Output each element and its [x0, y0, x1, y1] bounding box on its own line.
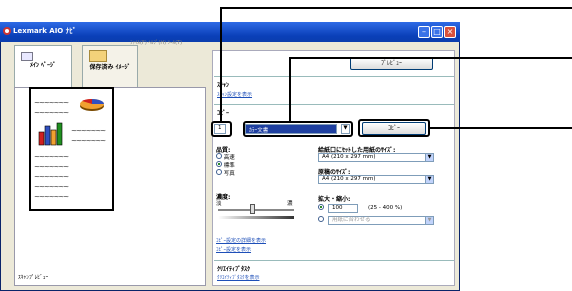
callout-line	[289, 57, 572, 59]
scan-section: ｽｷｬﾝ ｽｷｬﾝ設定を表示	[214, 76, 454, 102]
density-gradient	[218, 216, 294, 219]
original-size-value: A4 (210 x 297 mm)	[322, 176, 376, 182]
minimize-icon[interactable]: –	[418, 26, 430, 38]
folder-icon	[89, 50, 107, 62]
density-slider-handle[interactable]	[250, 204, 255, 214]
text-line: ~~~~~~~	[34, 109, 69, 117]
quality-option-photo[interactable]: 写真	[216, 169, 235, 177]
callout-line	[220, 7, 222, 122]
density-dark-label: 濃	[287, 201, 293, 207]
copy-heading: ｺﾋﾟｰ	[217, 110, 230, 117]
creative-heading: ｸﾘｴｲﾃｨﾌﾞﾀｽｸ	[217, 266, 251, 273]
dropdown-arrow-icon[interactable]: ▼	[425, 176, 433, 183]
copy-button-highlight	[358, 119, 430, 137]
quality-option-fast[interactable]: 高速	[216, 153, 235, 161]
text-line: ~~~~~~~	[34, 193, 69, 201]
callout-line	[429, 127, 572, 129]
text-line: ~~~~~~~	[34, 153, 69, 161]
zoom-fit-option[interactable]	[318, 216, 324, 224]
zoom-label: 拡大・縮小:	[318, 196, 351, 203]
preview-caption: ｽｷｬﾝﾌﾟﾚﾋﾞｭｰ	[18, 275, 49, 281]
tab-main-page[interactable]: ﾒｲﾝ ﾍﾟｰｼﾞ	[14, 45, 72, 87]
fit-page-value: 用紙に合わせる	[332, 217, 371, 223]
text-line: ~~~~~~~	[71, 127, 106, 135]
quality-option-normal[interactable]: 標準	[216, 161, 235, 169]
page-icon	[21, 52, 33, 61]
callout-line	[220, 7, 572, 9]
density-slider-track[interactable]	[218, 209, 294, 211]
scan-heading: ｽｷｬﾝ	[217, 82, 230, 89]
tab-saved-images[interactable]: 保存済み ｲﾒｰｼﾞ	[82, 45, 138, 87]
tab-saved-label: 保存済み ｲﾒｰｼﾞ	[89, 64, 131, 71]
zoom-range-text: (25 - 400 %)	[368, 205, 403, 211]
maximize-icon[interactable]: □	[431, 26, 443, 38]
fit-page-select[interactable]: 用紙に合わせる ▼	[328, 216, 434, 225]
dropdown-arrow-icon[interactable]: ▼	[425, 217, 433, 224]
copy-settings-link[interactable]: ｺﾋﾟｰ設定を表示	[216, 246, 251, 253]
quality-option-label: 写真	[223, 171, 235, 177]
advanced-copy-settings-link[interactable]: ｺﾋﾟｰ設定の詳細を表示	[216, 237, 266, 244]
radio-selected-icon[interactable]	[318, 204, 324, 210]
paper-size-select[interactable]: A4 (210 x 297 mm) ▼	[318, 153, 434, 162]
creative-tasks-link[interactable]: ｸﾘｴｲﾃｨﾌﾞﾀｽｸを表示	[217, 274, 260, 281]
copy-count-highlight	[211, 121, 232, 137]
zoom-percent-option[interactable]	[318, 204, 324, 212]
radio-selected-icon[interactable]	[216, 161, 222, 167]
radio-icon[interactable]	[216, 169, 222, 175]
density-light-label: 淡	[216, 201, 222, 207]
radio-icon[interactable]	[216, 153, 222, 159]
app-icon	[3, 27, 11, 35]
text-line: ~~~~~~~	[34, 173, 69, 181]
text-line: ~~~~~~~	[34, 99, 69, 107]
color-type-highlight	[243, 121, 353, 137]
tab-main-label: ﾒｲﾝ ﾍﾟｰｼﾞ	[29, 62, 57, 69]
creative-tasks-section: ｸﾘｴｲﾃｨﾌﾞﾀｽｸ ｸﾘｴｲﾃｨﾌﾞﾀｽｸを表示	[214, 260, 454, 282]
window-title: Lexmark AIO ﾅﾋﾞ	[13, 27, 77, 35]
text-line: ~~~~~~~	[34, 163, 69, 171]
zoom-input[interactable]: 100	[328, 204, 358, 213]
text-line: ~~~~~~~	[71, 137, 106, 145]
dropdown-arrow-icon[interactable]: ▼	[425, 154, 433, 161]
scan-settings-link[interactable]: ｽｷｬﾝ設定を表示	[217, 91, 252, 98]
callout-line	[289, 57, 291, 122]
pie-chart-icon	[79, 98, 105, 112]
close-icon[interactable]: ×	[444, 26, 456, 38]
preview-page: ~~~~~~~ ~~~~~~~ ~~~~~~~ ~~~~~~~ ~~~~~~~ …	[29, 87, 114, 211]
bar-chart-icon	[38, 122, 64, 146]
paper-size-value: A4 (210 x 297 mm)	[322, 154, 376, 160]
radio-icon[interactable]	[318, 216, 324, 222]
text-line: ~~~~~~~	[34, 183, 69, 191]
original-size-select[interactable]: A4 (210 x 297 mm) ▼	[318, 175, 434, 184]
